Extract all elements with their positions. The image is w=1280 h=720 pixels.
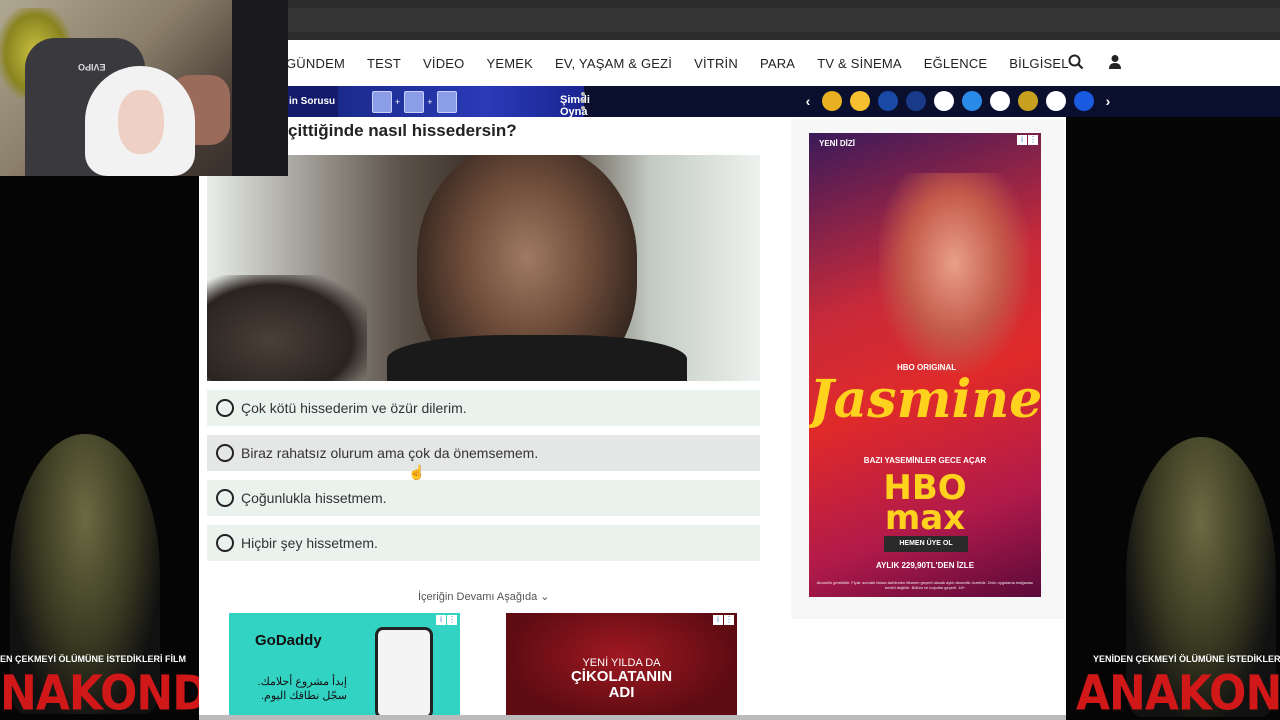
show-tagline: BAZI YASEMİNLER GECE AÇAR: [863, 456, 987, 465]
ad-menu-icon[interactable]: ⋮: [724, 615, 734, 625]
choc-title: ÇİKOLATANIN ADI: [506, 669, 737, 701]
sidebar-ad-area: YENİ DİZİ HBO ORIGINAL Jasmine BAZI YASE…: [791, 119, 1064, 619]
nav-menu: GÜNDEM TEST VİDEO YEMEK EV, YAŞAM & GEZİ…: [286, 56, 1091, 71]
radio-icon[interactable]: [216, 399, 234, 417]
user-icon[interactable]: [1108, 54, 1122, 70]
radio-icon[interactable]: [216, 444, 234, 462]
play-now-button[interactable]: Şimdi Oyna: [560, 94, 590, 118]
nav-icons: [1068, 54, 1122, 70]
nav-item-test[interactable]: TEST: [367, 56, 401, 71]
brand-logo[interactable]: [822, 91, 842, 111]
search-icon[interactable]: [1068, 54, 1084, 70]
horizontal-scrollbar[interactable]: [199, 715, 1066, 720]
godaddy-ad[interactable]: GoDaddy إبدأ مشروع أحلامك. سجّل نطاقك ال…: [229, 613, 460, 720]
ad-menu-icon[interactable]: ⋮: [447, 615, 457, 625]
brand-carousel: ‹ ›: [802, 91, 1114, 111]
suit: [387, 335, 687, 381]
adchoices-icon[interactable]: i: [1017, 135, 1027, 145]
nav-item-bilgisel[interactable]: BİLGİSEL: [1009, 56, 1068, 71]
carousel-prev-icon[interactable]: ‹: [802, 93, 814, 109]
carousel-next-icon[interactable]: ›: [1102, 93, 1114, 109]
quiz-promo-bar: in Sorusu + + Şimdi Oyna ‹ ›: [288, 86, 1280, 118]
answer-option-1[interactable]: Çok kötü hissederim ve özür dilerim.: [207, 390, 760, 426]
hbo-max-ad[interactable]: YENİ DİZİ HBO ORIGINAL Jasmine BAZI YASE…: [809, 133, 1041, 597]
site-navbar: GÜNDEM TEST VİDEO YEMEK EV, YAŞAM & GEZİ…: [286, 40, 1280, 86]
nav-item-eglence[interactable]: EĞLENCE: [924, 56, 988, 71]
adchoices-icon[interactable]: i: [436, 615, 446, 625]
promo-tagline: YENİDEN ÇEKMEYİ ÖLÜMÜNE İSTEDİKLERİ FİLM: [1093, 654, 1280, 664]
logo-line: max: [884, 498, 966, 538]
answer-option-3[interactable]: Çoğunlukla hissetmem.: [207, 480, 760, 516]
woman-image: [879, 173, 1029, 373]
streamer-face: [118, 90, 164, 154]
webcam-overlay: EVIPO: [0, 0, 288, 176]
radio-icon[interactable]: [216, 534, 234, 552]
answer-label: Çok kötü hissederim ve özür dilerim.: [241, 400, 467, 416]
godaddy-logo: GoDaddy: [255, 632, 322, 649]
quiz-face-thumb: [404, 90, 425, 113]
radio-icon[interactable]: [216, 489, 234, 507]
nav-item-tv-sinema[interactable]: TV & SİNEMA: [817, 56, 902, 71]
ad-controls[interactable]: i ⋮: [713, 615, 734, 625]
answer-label: Biraz rahatsız olurum ama çok da önemsem…: [241, 445, 539, 461]
new-series-label: YENİ DİZİ: [819, 139, 856, 148]
price-text: AYLIK 229,90TL'DEN İZLE: [875, 561, 975, 570]
answer-label: Çoğunlukla hissetmem.: [241, 490, 387, 506]
left-skin-ad[interactable]: EN ÇEKMEYİ ÖLÜMÜNE İSTEDİKLERİ FİLM NAKO…: [0, 176, 199, 720]
brand-logo[interactable]: [878, 91, 898, 111]
choc-title-line: ADI: [608, 684, 635, 701]
adchoices-icon[interactable]: i: [713, 615, 723, 625]
quiz-label[interactable]: in Sorusu: [288, 86, 338, 117]
quiz-content: çittiğinde nasıl hissedersin? Çok kötü h…: [199, 117, 1066, 720]
brand-logo[interactable]: [850, 91, 870, 111]
nav-item-ev-yasam-gezi[interactable]: EV, YAŞAM & GEZİ: [555, 56, 672, 71]
brand-logo[interactable]: [962, 91, 982, 111]
chair-logo-text: EVIPO: [78, 62, 106, 72]
ad-menu-icon[interactable]: ⋮: [1028, 135, 1038, 145]
promo-tagline: EN ÇEKMEYİ ÖLÜMÜNE İSTEDİKLERİ FİLM: [0, 654, 187, 664]
plus-icon: +: [395, 96, 401, 107]
nav-item-gundem[interactable]: GÜNDEM: [286, 56, 345, 71]
answer-label: Hiçbir şey hissetmem.: [241, 535, 378, 551]
promo-title: NAKONDA: [0, 665, 199, 720]
background-furniture: [232, 0, 288, 176]
brand-logo[interactable]: [1074, 91, 1094, 111]
legal-fineprint: Abonelik gereklidir. Fiyat, sonraki fatu…: [816, 580, 1034, 590]
godaddy-text: إبدأ مشروع أحلامك. سجّل نطاقك اليوم.: [257, 676, 347, 702]
hand-cursor-icon: ☝: [408, 464, 426, 480]
answer-option-4[interactable]: Hiçbir şey hissetmem.: [207, 525, 760, 561]
more-content-link[interactable]: İçeriğin Devamı Aşağıda ⌄: [418, 590, 550, 603]
brand-logo[interactable]: [1018, 91, 1038, 111]
address-bar[interactable]: [288, 8, 1280, 32]
question-title: çittiğinde nasıl hissedersin?: [288, 121, 517, 140]
choc-title-line: ÇİKOLATANIN: [570, 668, 673, 685]
quiz-face-thumb: [436, 90, 457, 113]
nav-item-yemek[interactable]: YEMEK: [486, 56, 533, 71]
ad-controls[interactable]: i ⋮: [436, 615, 457, 625]
plus-icon: +: [427, 96, 433, 107]
quiz-face-thumb: [372, 90, 392, 113]
quiz-banner[interactable]: + + Şimdi Oyna: [338, 86, 590, 118]
hbo-max-logo: HBO max: [809, 471, 1041, 535]
phone-image: [375, 627, 433, 719]
brand-logo[interactable]: [934, 91, 954, 111]
blurred-hand: [207, 275, 367, 381]
brand-logo[interactable]: [906, 91, 926, 111]
right-skin-ad[interactable]: YENİDEN ÇEKMEYİ ÖLÜMÜNE İSTEDİKLERİ FİLM…: [1066, 117, 1280, 720]
more-options-icon[interactable]: [581, 92, 585, 113]
promo-title: ANAKOND: [1076, 665, 1280, 720]
ad-controls[interactable]: i ⋮: [1017, 135, 1038, 145]
brand-logo[interactable]: [1046, 91, 1066, 111]
brand-logo[interactable]: [990, 91, 1010, 111]
answer-option-2[interactable]: Biraz rahatsız olurum ama çok da önemsem…: [207, 435, 760, 471]
nav-item-vitrin[interactable]: VİTRİN: [694, 56, 738, 71]
nav-item-para[interactable]: PARA: [760, 56, 795, 71]
nav-item-video[interactable]: VİDEO: [423, 56, 464, 71]
show-title: Jasmine: [809, 369, 1041, 430]
chocolate-ad[interactable]: YENİ YILDA DA ÇİKOLATANIN ADI i ⋮: [506, 613, 737, 720]
question-image: [207, 155, 760, 381]
signup-button[interactable]: HEMEN ÜYE OL: [884, 536, 968, 552]
